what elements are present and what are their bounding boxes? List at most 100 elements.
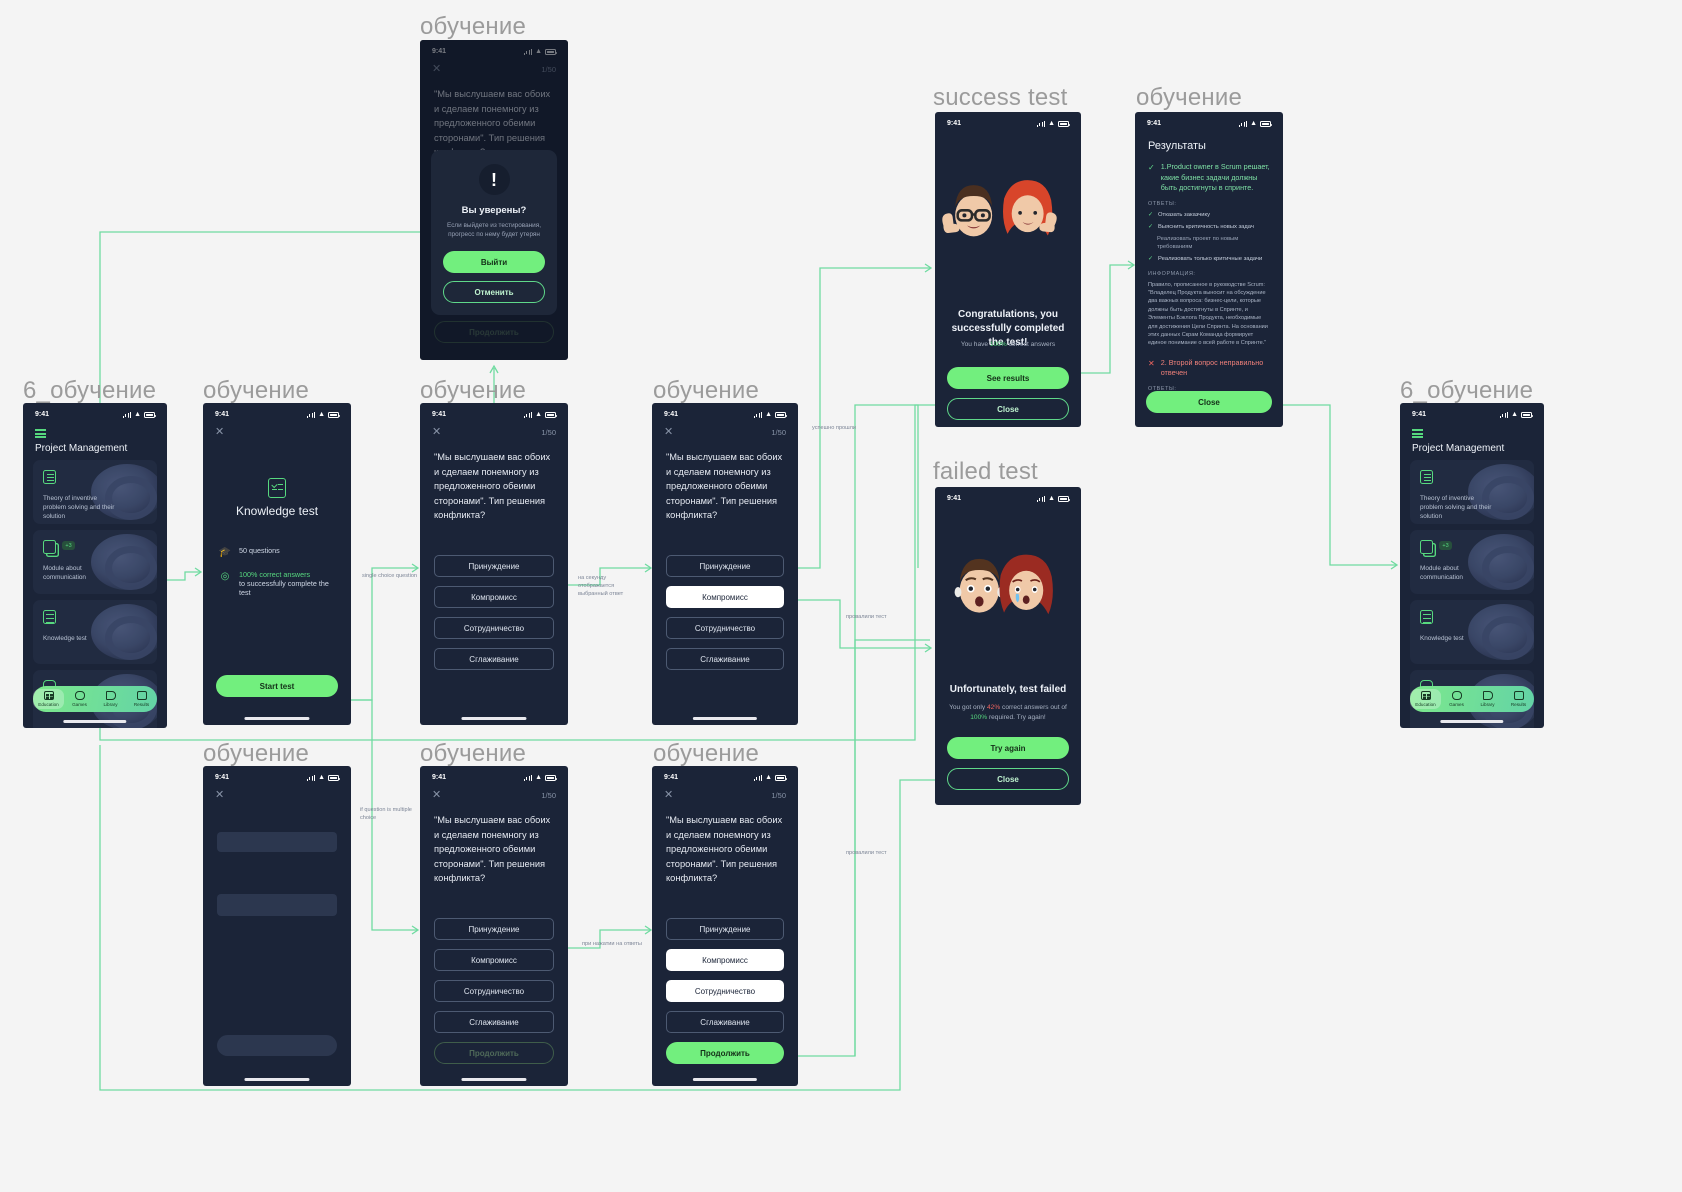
frame-label-question-single-selected: обучение: [653, 377, 760, 404]
edge-label-single-choice: single choice question: [362, 573, 418, 579]
result-question-1-text: 1.Product owner в Scrum решает, какие би…: [1160, 162, 1270, 192]
check-icon: ✓: [1148, 163, 1155, 172]
answer-option[interactable]: Принуждение: [434, 918, 554, 940]
continue-button[interactable]: Продолжить: [666, 1042, 784, 1064]
start-test-button[interactable]: Start test: [216, 675, 338, 697]
close-icon[interactable]: ✕: [664, 790, 673, 801]
menu-icon[interactable]: [35, 429, 46, 438]
answer-option[interactable]: Принуждение: [666, 918, 784, 940]
home-indicator: [1440, 720, 1504, 723]
close-icon[interactable]: ✕: [432, 790, 441, 801]
tab-results[interactable]: Results: [1503, 691, 1534, 707]
memoji-group: [935, 162, 1081, 262]
answer-option[interactable]: Компромисс: [434, 586, 554, 608]
wifi-icon: ▲: [1250, 119, 1257, 127]
answer-option-selected[interactable]: Сотрудничество: [666, 980, 784, 1002]
answer-option[interactable]: Принуждение: [434, 555, 554, 577]
memoji-group: [935, 537, 1081, 637]
tab-library[interactable]: Library: [1472, 691, 1503, 707]
tab-education[interactable]: Education: [1410, 689, 1441, 709]
answer-option[interactable]: Сглаживание: [434, 1011, 554, 1033]
answer-option[interactable]: Принуждение: [666, 555, 784, 577]
close-icon[interactable]: ✕: [432, 427, 441, 438]
status-bar: 9:41 ▲: [935, 487, 1081, 505]
answer-option[interactable]: Компромисс: [434, 949, 554, 971]
answer-option-selected[interactable]: Компромисс: [666, 586, 784, 608]
answer-option-selected[interactable]: Компромисс: [666, 949, 784, 971]
home-indicator: [692, 717, 758, 720]
tab-games[interactable]: Games: [1441, 691, 1472, 707]
wifi-icon: ▲: [1048, 494, 1055, 502]
edge-label-failed: провалили тест: [846, 614, 887, 620]
continue-button[interactable]: Продолжить: [434, 1042, 554, 1064]
results-title: Результаты: [1148, 140, 1206, 152]
frame-label-list-right: 6_обучение: [1400, 377, 1534, 404]
wifi-icon: ▲: [535, 410, 542, 418]
status-time: 9:41: [664, 410, 679, 418]
list-item[interactable]: Knowledge test: [1410, 600, 1534, 664]
tab-results[interactable]: Results: [126, 691, 157, 707]
test-list-icon: [43, 610, 56, 624]
status-icons: ▲: [524, 410, 557, 418]
list-item[interactable]: +3 Module about communication: [33, 530, 157, 594]
close-icon[interactable]: ✕: [215, 790, 224, 801]
status-time: 9:41: [1147, 119, 1162, 127]
list-item[interactable]: +3 Module about communication: [1410, 530, 1534, 594]
battery-icon: [328, 412, 340, 418]
answer-option[interactable]: Сотрудничество: [666, 617, 784, 639]
home-indicator: [244, 1078, 310, 1081]
answer-option[interactable]: Сглаживание: [434, 648, 554, 670]
answer-option[interactable]: Сглаживание: [666, 648, 784, 670]
battery-icon: [328, 775, 340, 781]
graduation-cap-icon: 🎓: [218, 546, 232, 558]
exit-confirm-button[interactable]: Выйти: [443, 251, 545, 273]
close-button[interactable]: Close: [947, 398, 1069, 420]
cross-icon: ✕: [1148, 358, 1155, 368]
chart-icon: [136, 691, 147, 701]
failed-sub-pre: You got only: [949, 704, 987, 711]
result-answer: ✓ Реализовать только критичные задачи: [1148, 255, 1270, 264]
close-icon[interactable]: ✕: [215, 427, 224, 438]
answer-option[interactable]: Сотрудничество: [434, 617, 554, 639]
battery-icon: [144, 412, 156, 418]
status-icons: ▲: [754, 411, 787, 418]
tab-library[interactable]: Library: [95, 691, 126, 707]
info-caption: ИНФОРМАЦИЯ:: [1148, 270, 1196, 277]
answer-option[interactable]: Сотрудничество: [434, 980, 554, 1002]
layers-icon: [1420, 540, 1433, 554]
result-info-text: Правило, прописанное в руководстве Scrum…: [1148, 281, 1268, 347]
status-time: 9:41: [1412, 410, 1427, 418]
menu-icon[interactable]: [1412, 429, 1423, 438]
tab-games[interactable]: Games: [64, 691, 95, 707]
answer-option[interactable]: Сглаживание: [666, 1011, 784, 1033]
status-icons: ▲: [524, 774, 557, 781]
list-item[interactable]: Knowledge test: [33, 600, 157, 664]
status-bar: 9:41 ▲: [652, 766, 798, 784]
info-row-line1: 50 questions: [239, 546, 280, 555]
document-icon: [43, 470, 56, 484]
status-bar: 9:41 ▲: [652, 403, 798, 421]
results-close-button[interactable]: Close: [1146, 391, 1272, 413]
home-indicator: [692, 1078, 758, 1081]
battery-icon: [1058, 121, 1070, 127]
wifi-icon: ▲: [134, 410, 141, 418]
status-bar: 9:41 ▲: [23, 403, 167, 421]
list-item[interactable]: Theory of inventive problem solving and …: [1410, 460, 1534, 524]
frame-label-failed-test: failed test: [933, 458, 1038, 485]
screen-results: 9:41 ▲ Результаты ✓ 1.Product owner в Sc…: [1135, 112, 1283, 427]
screen-skeleton-loading: 9:41 ▲ ✕: [203, 766, 351, 1086]
try-again-button[interactable]: Try again: [947, 737, 1069, 759]
tab-label: Library: [103, 701, 118, 707]
close-icon[interactable]: ✕: [664, 427, 673, 438]
tab-label: Games: [1449, 701, 1464, 707]
signal-icon: [307, 774, 316, 781]
gamepad-icon: [74, 691, 85, 701]
exit-cancel-button[interactable]: Отменить: [443, 281, 545, 303]
test-list-icon: [268, 478, 286, 498]
see-results-button[interactable]: See results: [947, 367, 1069, 389]
grid-icon: [43, 691, 54, 701]
list-item[interactable]: Theory of inventive problem solving and …: [33, 460, 157, 524]
close-button[interactable]: Close: [947, 768, 1069, 790]
tab-education[interactable]: Education: [33, 689, 64, 709]
screen-failed-test: 9:41 ▲ Unfortunately, test failed You go…: [935, 487, 1081, 805]
